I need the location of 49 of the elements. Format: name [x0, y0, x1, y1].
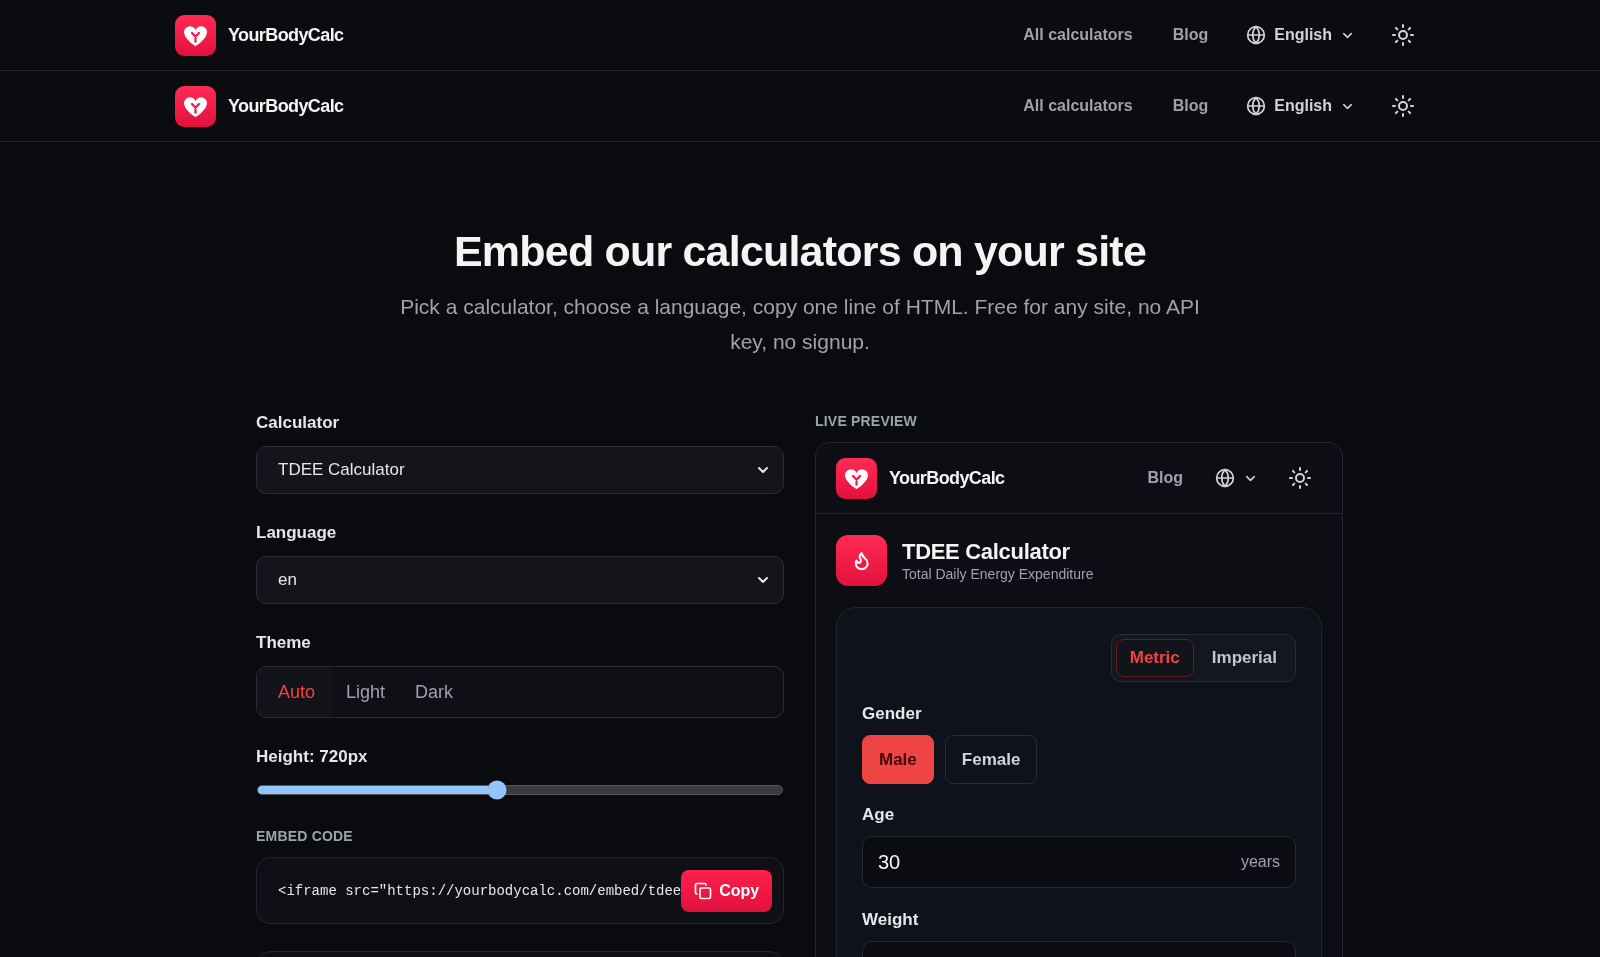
globe-icon [1246, 96, 1267, 116]
gender-option[interactable]: Female [944, 735, 1038, 784]
field-label: Height: 720px [256, 746, 369, 768]
slider-thumb[interactable] [487, 780, 507, 800]
language-button[interactable]: English [1246, 96, 1355, 116]
page-title: Embed our calculators on your site [453, 226, 1147, 277]
heart-logo-icon [836, 457, 877, 499]
calculator-select[interactable]: TDEE Calculator [256, 446, 784, 494]
field-label: Theme [256, 632, 312, 654]
globe-icon [1215, 468, 1235, 488]
brand-name[interactable]: YourBodyCalc [889, 467, 1005, 489]
language-button[interactable]: English [1246, 25, 1355, 45]
language-select[interactable]: en [256, 556, 784, 604]
section-label: EMBED CODE [256, 827, 354, 845]
theme-option[interactable]: Light [331, 667, 401, 717]
section-label: LIVE PREVIEW [815, 412, 918, 430]
nav-link[interactable]: All calculators [1023, 26, 1133, 44]
nav-link[interactable]: All calculators [1023, 97, 1133, 115]
field-label: Language [256, 522, 338, 544]
copy-button[interactable]: Copy [681, 869, 773, 912]
embed-code: <iframe src="https://yourbodycalc.com/embed/tdee [278, 882, 682, 899]
globe-icon [1246, 25, 1267, 45]
heart-logo-icon [175, 14, 216, 56]
language-button[interactable] [1215, 468, 1258, 488]
brand-name[interactable]: YourBodyCalc [228, 24, 344, 46]
sun-icon[interactable] [1288, 466, 1312, 490]
calculator-title: TDEE Calculator [902, 538, 1071, 565]
sun-icon[interactable] [1391, 94, 1415, 118]
field-label: Weight [862, 909, 920, 931]
field-label: Calculator [256, 412, 341, 434]
nav-link[interactable]: Blog [1147, 469, 1183, 487]
copy-icon [694, 881, 713, 900]
field-label: Age [862, 804, 896, 826]
theme-option[interactable]: Auto [257, 667, 332, 717]
heart-logo-icon [175, 85, 216, 127]
unit-option[interactable]: Imperial [1197, 639, 1291, 677]
unit-option[interactable]: Metric [1115, 639, 1194, 677]
gender-option[interactable]: Male [862, 735, 934, 784]
brand-name[interactable]: YourBodyCalc [228, 95, 344, 117]
flame-icon [836, 535, 887, 586]
sun-icon[interactable] [1391, 23, 1415, 47]
field-label: Gender [862, 703, 923, 725]
unit-label: years [1240, 853, 1280, 871]
page-subtitle: Pick a calculator, choose a language, copy one line of HTML. Free for any site, no API key, no signup. [399, 294, 1201, 355]
nav-link[interactable]: Blog [1172, 26, 1209, 44]
nav-link[interactable]: Blog [1172, 97, 1209, 115]
age-input[interactable]: 30 years [862, 836, 1296, 888]
theme-option[interactable]: Dark [400, 667, 469, 717]
calculator-subtitle: Total Daily Energy Expenditure [902, 564, 1094, 583]
